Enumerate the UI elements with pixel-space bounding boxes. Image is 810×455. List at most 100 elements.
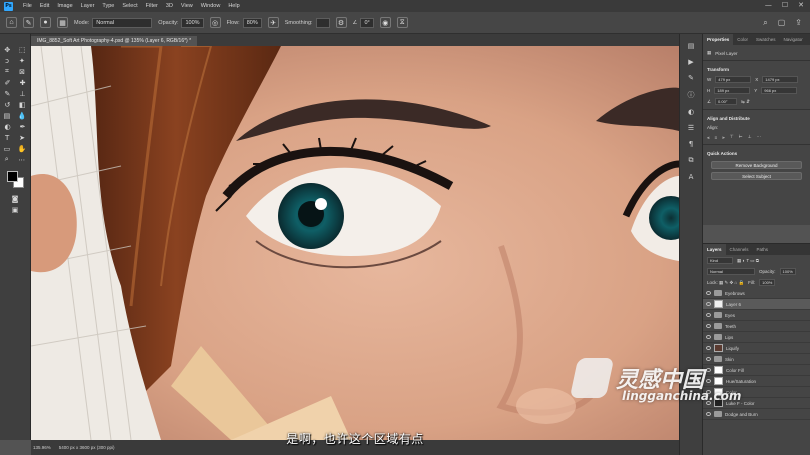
pressure-opacity-icon[interactable]: ◎ bbox=[209, 17, 221, 28]
menu-help[interactable]: Help bbox=[224, 3, 243, 9]
healing-tool-icon[interactable]: ✚ bbox=[20, 79, 26, 87]
history-brush-icon[interactable]: ↺ bbox=[4, 101, 10, 109]
select-subject-button[interactable]: Select Subject bbox=[711, 172, 802, 180]
lock-icons[interactable]: Lock: ▦ ✎ ✥ ⌂ 🔒 bbox=[707, 280, 744, 286]
align-top-icon[interactable]: ⊤ bbox=[730, 134, 734, 140]
opacity-field[interactable]: 100% bbox=[181, 17, 204, 28]
eyedropper-tool-icon[interactable]: ✐ bbox=[5, 79, 11, 87]
visibility-icon[interactable] bbox=[706, 302, 711, 306]
gradient-tool-icon[interactable]: ▤ bbox=[4, 112, 11, 120]
symmetry-icon[interactable]: ⧖ bbox=[396, 17, 408, 28]
filter-icons[interactable]: ▦ ◐ T ▭ ⧉ bbox=[737, 258, 759, 264]
layer-row-selected[interactable]: Layer 6 bbox=[703, 299, 810, 310]
airbrush-icon[interactable]: ✈ bbox=[267, 17, 279, 28]
tab-color[interactable]: Color bbox=[733, 34, 752, 45]
layer-kind-filter[interactable]: Kind bbox=[707, 257, 733, 264]
menu-filter[interactable]: Filter bbox=[142, 3, 162, 9]
align-heading[interactable]: Align and Distribute bbox=[703, 112, 810, 123]
tab-layers[interactable]: Layers bbox=[703, 244, 726, 255]
lasso-tool-icon[interactable]: ↄ bbox=[5, 57, 9, 65]
flow-field[interactable]: 80% bbox=[242, 17, 262, 28]
blend-mode-select[interactable]: Normal bbox=[707, 268, 755, 275]
crop-tool-icon[interactable]: ⌗ bbox=[5, 67, 9, 76]
close-icon[interactable]: ✕ bbox=[798, 1, 804, 9]
visibility-icon[interactable] bbox=[706, 412, 711, 416]
info-icon[interactable]: ⓘ bbox=[688, 90, 695, 100]
menu-type[interactable]: Type bbox=[98, 3, 118, 9]
brush-icon[interactable]: ✎ bbox=[5, 90, 11, 98]
x-field[interactable]: 1479 px bbox=[762, 76, 799, 83]
mode-select[interactable]: Normal bbox=[92, 17, 153, 28]
minimize-icon[interactable]: — bbox=[765, 1, 772, 9]
smoothing-settings-icon[interactable]: ⚙ bbox=[335, 17, 347, 28]
menu-file[interactable]: File bbox=[19, 3, 36, 9]
quick-select-tool-icon[interactable]: ✦ bbox=[19, 57, 25, 65]
quick-actions-heading[interactable]: Quick Actions bbox=[703, 147, 810, 158]
libraries-icon[interactable]: ☰ bbox=[688, 124, 694, 132]
height-field[interactable]: 189 px bbox=[714, 87, 751, 94]
menu-select[interactable]: Select bbox=[118, 3, 141, 9]
workspace-icon[interactable]: ▢ bbox=[778, 18, 786, 28]
tab-navigator[interactable]: Navigator bbox=[780, 34, 807, 45]
tab-channels[interactable]: Channels bbox=[726, 244, 753, 255]
document-tab[interactable]: IMG_8852_Soft Art Photography-4.psd @ 13… bbox=[31, 36, 198, 46]
layer-row[interactable]: Lips bbox=[703, 332, 810, 343]
tab-paths[interactable]: Paths bbox=[753, 244, 773, 255]
menu-window[interactable]: Window bbox=[197, 3, 225, 9]
home-icon[interactable]: ⌂ bbox=[6, 17, 17, 28]
angle-field-props[interactable]: 0.00° bbox=[715, 98, 738, 105]
tab-properties[interactable]: Properties bbox=[703, 34, 734, 45]
hand-tool-icon[interactable]: ✋ bbox=[18, 145, 27, 153]
glyphs-icon[interactable]: A bbox=[689, 173, 694, 181]
foreground-color-swatch[interactable] bbox=[7, 171, 18, 182]
menu-image[interactable]: Image bbox=[53, 3, 76, 9]
menu-view[interactable]: View bbox=[177, 3, 197, 9]
visibility-icon[interactable] bbox=[706, 324, 711, 328]
dodge-tool-icon[interactable]: ◐ bbox=[5, 123, 11, 131]
y-field[interactable]: 966 px bbox=[761, 87, 798, 94]
zoom-tool-icon[interactable]: ⌕ bbox=[5, 155, 9, 164]
align-bottom-icon[interactable]: ⊥ bbox=[748, 134, 752, 140]
more-align-icon[interactable]: ⋯ bbox=[757, 134, 762, 140]
brush-settings-panel-icon[interactable]: ✎ bbox=[688, 74, 694, 82]
paragraph-icon[interactable]: ¶ bbox=[689, 140, 693, 148]
more-tools-icon[interactable]: ⋯ bbox=[18, 156, 25, 164]
search-icon[interactable]: ⌕ bbox=[763, 18, 767, 28]
brush-tool-icon[interactable]: ✎ bbox=[23, 17, 34, 28]
tab-swatches[interactable]: Swatches bbox=[752, 34, 780, 45]
color-swatches[interactable] bbox=[5, 171, 25, 189]
eraser-tool-icon[interactable]: ◧ bbox=[19, 101, 26, 109]
blur-tool-icon[interactable]: 💧 bbox=[18, 112, 27, 120]
layer-row[interactable]: Eyes bbox=[703, 310, 810, 321]
menu-layer[interactable]: Layer bbox=[77, 3, 99, 9]
quick-mask-icon[interactable]: ◙ bbox=[12, 195, 19, 203]
angle-field[interactable]: 0° bbox=[360, 17, 374, 28]
type-tool-icon[interactable]: T bbox=[5, 134, 9, 142]
align-middle-icon[interactable]: ⊢ bbox=[739, 134, 743, 140]
marquee-tool-icon[interactable]: ⬚ bbox=[19, 46, 26, 54]
layer-row[interactable]: Eyebrows bbox=[703, 288, 810, 299]
path-select-tool-icon[interactable]: ➤ bbox=[19, 134, 25, 142]
visibility-icon[interactable] bbox=[706, 313, 711, 317]
visibility-icon[interactable] bbox=[706, 291, 711, 295]
frame-tool-icon[interactable]: ⊠ bbox=[19, 68, 25, 76]
share-icon[interactable]: ⇪ bbox=[795, 18, 802, 28]
visibility-icon[interactable] bbox=[706, 335, 711, 339]
clone-source-icon[interactable]: ⧉ bbox=[689, 156, 694, 165]
history-icon[interactable]: ▤ bbox=[688, 42, 695, 50]
transform-heading[interactable]: Transform bbox=[703, 63, 810, 74]
align-center-icon[interactable]: ≡ bbox=[715, 135, 718, 140]
layer-opacity-field[interactable]: 100% bbox=[779, 268, 796, 275]
pressure-size-icon[interactable]: ◉ bbox=[379, 17, 391, 28]
align-right-icon[interactable]: ⫸ bbox=[722, 135, 725, 140]
move-tool-icon[interactable]: ✥ bbox=[4, 46, 10, 54]
smoothing-field[interactable] bbox=[315, 17, 330, 28]
brush-settings-icon[interactable]: ▦ bbox=[57, 17, 68, 28]
actions-icon[interactable]: ▶ bbox=[688, 58, 693, 66]
pen-tool-icon[interactable]: ✒ bbox=[20, 123, 26, 131]
flip-icons[interactable]: ⇋ ⇵ bbox=[741, 99, 750, 105]
shape-tool-icon[interactable]: ▭ bbox=[4, 145, 11, 153]
adjustments-icon[interactable]: ◐ bbox=[688, 108, 694, 116]
remove-background-button[interactable]: Remove Background bbox=[711, 161, 802, 169]
menu-edit[interactable]: Edit bbox=[36, 3, 53, 9]
